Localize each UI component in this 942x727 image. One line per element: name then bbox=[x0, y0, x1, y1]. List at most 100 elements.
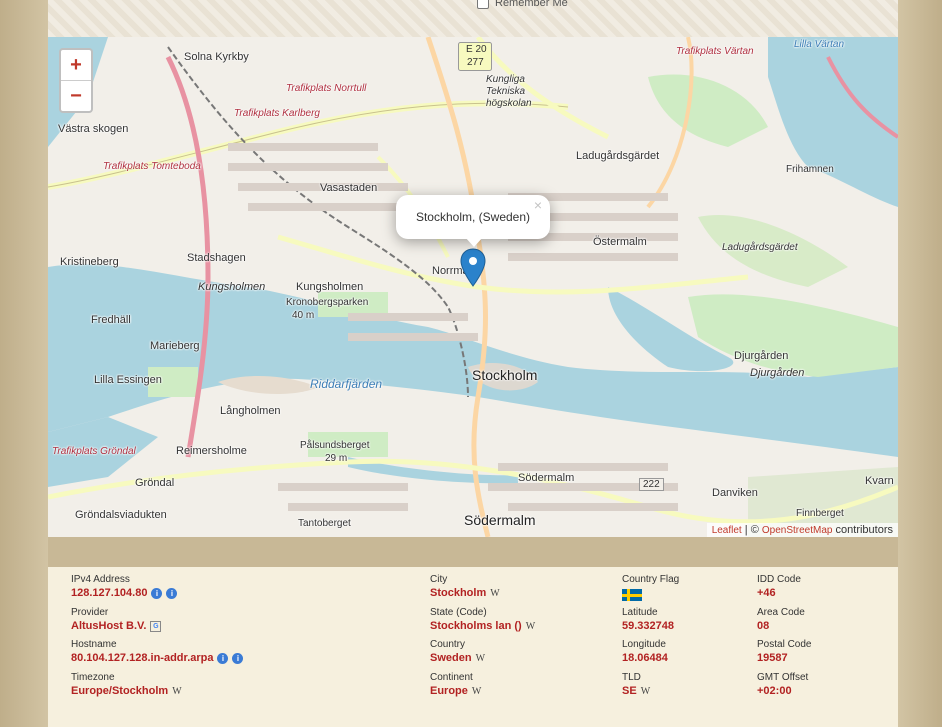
remember-me-checkbox[interactable] bbox=[477, 0, 489, 9]
provider-label: Provider bbox=[71, 607, 109, 618]
route-label-e20: E 20 bbox=[466, 44, 487, 55]
wikipedia-icon[interactable]: W bbox=[641, 686, 650, 697]
ipv4-field: IPv4 Address 128.127.104.80 i i bbox=[71, 574, 178, 599]
label-danviken: Danviken bbox=[712, 487, 758, 499]
info-icon[interactable]: i bbox=[151, 587, 163, 599]
info-icon[interactable]: i bbox=[217, 652, 229, 664]
ipv4-label: IPv4 Address bbox=[71, 574, 130, 585]
country-value[interactable]: Sweden bbox=[430, 652, 472, 664]
popup-close-button[interactable]: × bbox=[534, 183, 542, 227]
provider-value[interactable]: AltusHost B.V. bbox=[71, 620, 146, 632]
remember-me[interactable]: Remember Me bbox=[477, 0, 568, 12]
google-search-icon[interactable]: G bbox=[150, 620, 162, 632]
label-trafikplats-norrtull: Trafikplats Norrtull bbox=[286, 83, 367, 94]
ip-info-panel: IPv4 Address 128.127.104.80 i i Provider A… bbox=[48, 567, 898, 727]
label-djurgarden: Djurgården bbox=[734, 350, 789, 362]
marker-popup: × Stockholm, (Sweden) bbox=[396, 195, 550, 247]
label-lilla-essingen: Lilla Essingen bbox=[94, 374, 162, 386]
idd-label: IDD Code bbox=[757, 574, 801, 585]
label-ladugardsgardet: Ladugårdsgärdet bbox=[576, 150, 660, 162]
map[interactable]: Solna Kyrkby Västra skogen Kristineberg … bbox=[48, 37, 898, 537]
longitude-label: Longitude bbox=[622, 639, 666, 650]
label-kth: Kungliga Tekniska högskolan bbox=[486, 74, 532, 109]
label-kristineberg: Kristineberg bbox=[60, 256, 119, 268]
label-stockholm: Stockholm bbox=[472, 367, 538, 383]
popup-text: Stockholm, (Sweden) bbox=[415, 210, 531, 224]
attribution-suffix: contributors bbox=[832, 524, 893, 536]
label-kungsholmen: Kungsholmen bbox=[296, 281, 364, 293]
state-value[interactable]: Stockholms lan () bbox=[430, 620, 522, 632]
popup-tip bbox=[465, 237, 483, 247]
label-finnberget: Finnberget bbox=[796, 508, 844, 519]
flag-field: Country Flag bbox=[622, 574, 679, 601]
wikipedia-icon[interactable]: W bbox=[490, 588, 499, 599]
longitude-field: Longitude 18.06484 bbox=[622, 639, 668, 664]
postal-code-label: Postal Code bbox=[757, 639, 812, 650]
continent-field: Continent Europe W bbox=[430, 672, 481, 697]
label-kronobergsparken-height: 40 m bbox=[292, 310, 315, 321]
label-vasastaden: Vasastaden bbox=[320, 182, 378, 194]
tld-label: TLD bbox=[622, 672, 641, 683]
postal-code-value: 19587 bbox=[757, 652, 788, 664]
wikipedia-icon[interactable]: W bbox=[476, 653, 485, 664]
hostname-field: Hostname 80.104.127.128.in-addr.arpa i i bbox=[71, 639, 244, 664]
sweden-flag-icon bbox=[622, 589, 642, 601]
label-grondal: Gröndal bbox=[135, 477, 175, 489]
label-kronobergsparken: Kronobergsparken bbox=[286, 297, 369, 308]
label-kvarn: Kvarn bbox=[865, 475, 894, 487]
login-panel-bottom: Remember Me bbox=[48, 0, 898, 37]
longitude-value: 18.06484 bbox=[622, 652, 668, 664]
latitude-field: Latitude 59.332748 bbox=[622, 607, 674, 632]
label-frihamnen: Frihamnen bbox=[786, 164, 834, 175]
latitude-value: 59.332748 bbox=[622, 620, 674, 632]
info-icon[interactable]: i bbox=[166, 587, 178, 599]
page-background-right bbox=[898, 0, 942, 727]
label-trafikplats-grondal: Trafikplats Gröndal bbox=[52, 446, 136, 457]
osm-link[interactable]: OpenStreetMap bbox=[762, 525, 833, 536]
zoom-out-button[interactable]: − bbox=[61, 80, 91, 111]
gmt-offset-field: GMT Offset +02:00 bbox=[757, 672, 808, 697]
info-icon[interactable]: i bbox=[232, 652, 244, 664]
area-code-field: Area Code 08 bbox=[757, 607, 805, 632]
wikipedia-icon[interactable]: W bbox=[526, 621, 535, 632]
ipv4-value[interactable]: 128.127.104.80 bbox=[71, 587, 147, 599]
zoom-in-button[interactable]: + bbox=[61, 50, 91, 80]
gmt-offset-label: GMT Offset bbox=[757, 672, 809, 683]
idd-value: +46 bbox=[757, 587, 776, 599]
route-label-277: 277 bbox=[467, 57, 484, 68]
wikipedia-icon[interactable]: W bbox=[172, 686, 181, 697]
page-background-left bbox=[0, 0, 48, 727]
label-ladugardsgardet-italic: Ladugårdsgärdet bbox=[722, 242, 798, 253]
hostname-label: Hostname bbox=[71, 639, 117, 650]
gmt-offset-value: +02:00 bbox=[757, 685, 792, 697]
continent-value[interactable]: Europe bbox=[430, 685, 468, 697]
tld-field: TLD SE W bbox=[622, 672, 650, 697]
map-attribution: Leaflet | © OpenStreetMap contributors bbox=[706, 523, 898, 537]
area-code-label: Area Code bbox=[757, 607, 805, 618]
label-trafikplats-tomteboda: Trafikplats Tomteboda bbox=[103, 161, 201, 172]
attribution-separator: | © bbox=[741, 524, 762, 536]
area-code-value: 08 bbox=[757, 620, 770, 632]
leaflet-link[interactable]: Leaflet bbox=[712, 525, 742, 536]
city-value[interactable]: Stockholm bbox=[430, 587, 486, 599]
label-grondalsviadukten: Gröndalsviadukten bbox=[75, 509, 167, 521]
tld-value[interactable]: SE bbox=[622, 685, 637, 697]
label-kungsholmen-italic: Kungsholmen bbox=[198, 281, 266, 293]
timezone-value[interactable]: Europe/Stockholm bbox=[71, 685, 168, 697]
label-ostermalm: Östermalm bbox=[593, 236, 647, 248]
map-marker-icon[interactable] bbox=[460, 248, 486, 293]
city-label: City bbox=[430, 574, 448, 585]
wikipedia-icon[interactable]: W bbox=[472, 686, 481, 697]
label-sodermalm: Södermalm bbox=[518, 472, 575, 484]
label-fredhall: Fredhäll bbox=[91, 314, 131, 326]
hostname-value[interactable]: 80.104.127.128.in-addr.arpa bbox=[71, 652, 213, 664]
timezone-label: Timezone bbox=[71, 672, 115, 683]
label-djurgarden-italic: Djurgården bbox=[750, 367, 805, 379]
label-marieberg: Marieberg bbox=[150, 340, 200, 352]
label-lilla-vartan: Lilla Värtan bbox=[794, 39, 845, 50]
label-vastra-skogen: Västra skogen bbox=[58, 123, 129, 135]
state-field: State (Code) Stockholms lan () W bbox=[430, 607, 535, 632]
label-riddarfjarden: Riddarfjärden bbox=[310, 377, 383, 391]
label-langholmen: Långholmen bbox=[220, 405, 281, 417]
country-label: Country bbox=[430, 639, 466, 650]
